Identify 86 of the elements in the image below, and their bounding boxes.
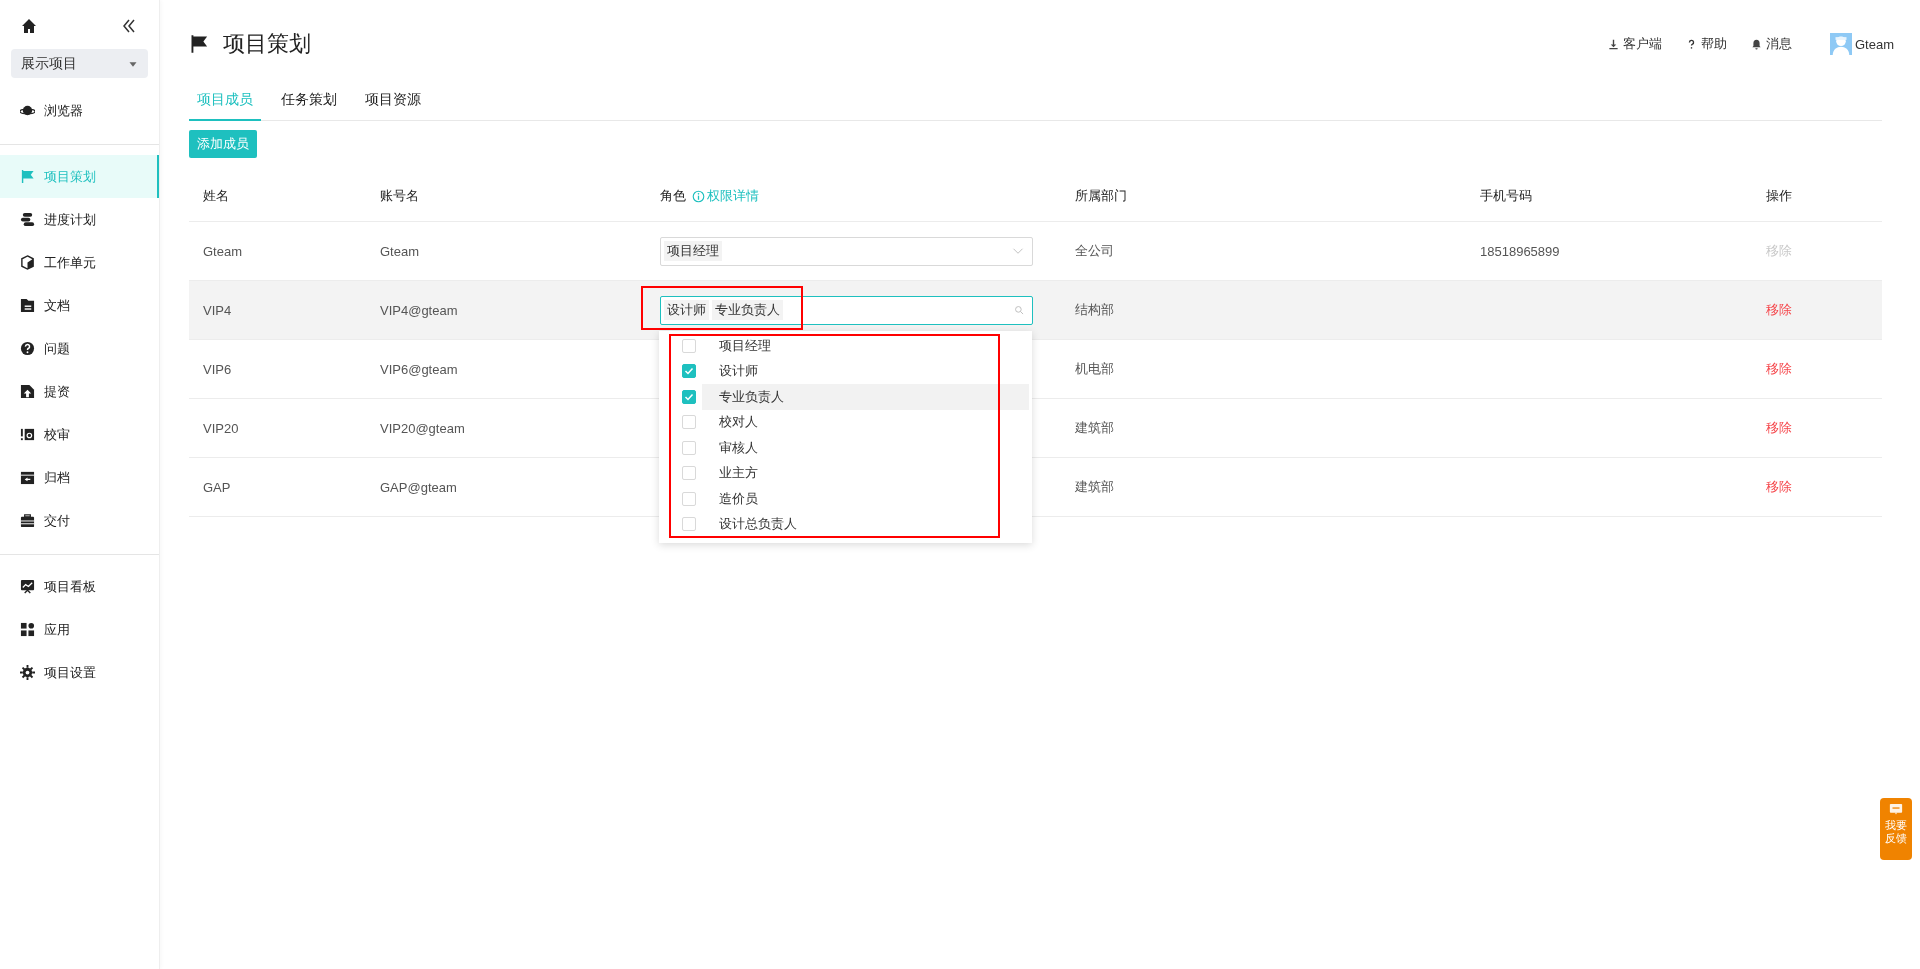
role-option[interactable]: 审核人 xyxy=(662,435,1029,461)
flag-icon xyxy=(20,169,35,184)
download-icon xyxy=(1608,38,1619,50)
table-cell: Gteam xyxy=(380,243,419,259)
header-link[interactable]: 客户端 xyxy=(1608,35,1662,53)
flag-icon xyxy=(189,34,209,54)
table-cell: VIP6 xyxy=(203,361,232,377)
table-cell: Gteam xyxy=(203,243,242,259)
role-option[interactable]: 项目经理 xyxy=(662,333,1029,359)
project-selector[interactable]: 展示项目 xyxy=(11,49,148,78)
header-link[interactable]: 帮助 xyxy=(1686,35,1727,53)
sidebar-item[interactable]: 交付 xyxy=(0,499,159,542)
question-icon xyxy=(20,341,35,356)
table-cell: VIP6@gteam xyxy=(380,361,458,377)
remove-link[interactable]: 移除 xyxy=(1766,478,1792,496)
tab[interactable]: 任务策划 xyxy=(273,86,345,121)
checkbox[interactable] xyxy=(682,364,696,379)
column-header: 角色 xyxy=(660,187,686,205)
planet-icon xyxy=(20,103,35,118)
checkbox[interactable] xyxy=(682,440,696,455)
header-link[interactable]: 消息 xyxy=(1751,35,1792,53)
sidebar-item[interactable]: 项目设置 xyxy=(0,651,159,694)
table-cell: 建筑部 xyxy=(1075,478,1114,496)
role-tag: 项目经理 xyxy=(664,241,722,261)
remove-link[interactable]: 移除 xyxy=(1766,419,1792,437)
column-header: 所属部门 xyxy=(1075,187,1127,205)
column-header: 手机号码 xyxy=(1480,187,1532,205)
page-title: 项目策划 xyxy=(223,30,311,58)
checkbox[interactable] xyxy=(682,491,696,506)
checkbox[interactable] xyxy=(682,466,696,481)
checkbox[interactable] xyxy=(682,517,696,532)
checkbox[interactable] xyxy=(682,389,696,404)
info-icon xyxy=(692,189,705,203)
sidebar-item[interactable]: 提资 xyxy=(0,370,159,413)
table-cell: 建筑部 xyxy=(1075,419,1114,437)
role-option[interactable]: 校对人 xyxy=(662,409,1029,435)
folder-icon xyxy=(20,298,35,313)
remove-link[interactable]: 移除 xyxy=(1766,360,1792,378)
sidebar-item[interactable]: 工作单元 xyxy=(0,241,159,284)
double-chevron-icon xyxy=(121,18,137,34)
column-header: 操作 xyxy=(1766,187,1792,205)
checkbox[interactable] xyxy=(682,338,696,353)
role-select[interactable]: 设计师 专业负责人 xyxy=(660,295,1033,325)
bars-icon xyxy=(20,212,35,227)
table-cell: 结构部 xyxy=(1075,301,1114,319)
apps-grid-icon xyxy=(20,622,35,637)
bell-icon xyxy=(1751,38,1762,50)
role-option[interactable]: 设计总负责人 xyxy=(662,511,1029,537)
column-header: 账号名 xyxy=(380,187,419,205)
table-cell: 18518965899 xyxy=(1480,243,1560,259)
role-tag: 专业负责人 xyxy=(712,300,783,320)
table-cell: 机电部 xyxy=(1075,360,1114,378)
table-cell: GAP xyxy=(203,479,231,495)
user-menu[interactable]: Gteam xyxy=(1830,33,1894,55)
column-header: 姓名 xyxy=(203,187,229,205)
checkbox[interactable] xyxy=(682,415,696,430)
user-avatar-icon xyxy=(1830,33,1852,55)
tab[interactable]: 项目资源 xyxy=(357,86,429,121)
table-cell: VIP4@gteam xyxy=(380,302,458,318)
review-icon xyxy=(20,427,35,442)
role-option[interactable]: 造价员 xyxy=(662,486,1029,512)
search-icon xyxy=(1014,305,1024,315)
sidebar-item[interactable]: 文档 xyxy=(0,284,159,327)
role-option[interactable]: 设计师 xyxy=(662,358,1029,384)
sidebar-item[interactable]: 应用 xyxy=(0,608,159,651)
archive-icon xyxy=(20,470,35,485)
table-cell: VIP20 xyxy=(203,420,239,436)
sidebar-item[interactable]: 归档 xyxy=(0,456,159,499)
table-cell: GAP@gteam xyxy=(380,479,457,495)
home-icon xyxy=(21,18,37,34)
sidebar-item[interactable]: 校审 xyxy=(0,413,159,456)
table-cell: VIP4 xyxy=(203,302,232,318)
cube-icon xyxy=(20,255,35,270)
sidebar-item[interactable]: 浏览器 xyxy=(0,89,159,132)
role-tag: 设计师 xyxy=(664,300,709,320)
upload-icon xyxy=(20,384,35,399)
table-cell: 全公司 xyxy=(1075,242,1114,260)
sidebar-item[interactable]: 项目看板 xyxy=(0,565,159,608)
sidebar-item[interactable]: 问题 xyxy=(0,327,159,370)
sidebar-item[interactable]: 进度计划 xyxy=(0,198,159,241)
briefcase-icon xyxy=(20,513,35,528)
question-mark-icon xyxy=(1686,38,1697,50)
role-option[interactable]: 业主方 xyxy=(662,460,1029,486)
gear-icon xyxy=(20,665,35,680)
table-cell: VIP20@gteam xyxy=(380,420,465,436)
chart-board-icon xyxy=(20,579,35,594)
